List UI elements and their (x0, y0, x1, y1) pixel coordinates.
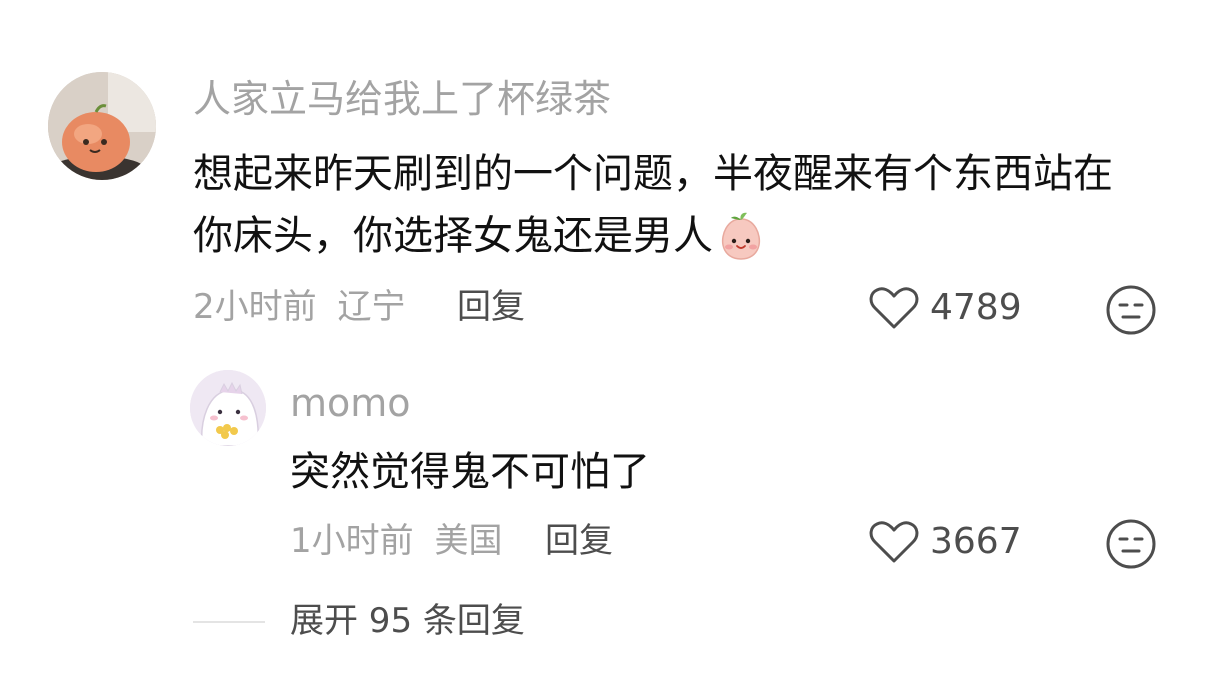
comment-time: 2小时前 (193, 287, 317, 327)
dino-cartoon-avatar (190, 370, 266, 446)
comment-like-button[interactable]: 4789 (868, 285, 1022, 331)
reply-time: 1小时前 (290, 521, 414, 561)
comment-like-count: 4789 (930, 287, 1022, 328)
comment-text-line-2: 你床头，你选择女鬼还是男人 (193, 205, 765, 267)
expand-replies-button[interactable]: 展开 95 条回复 (290, 604, 525, 638)
comment-text-line-2-text: 你床头，你选择女鬼还是男人 (193, 213, 713, 259)
heart-outline-icon (869, 287, 919, 329)
expand-divider (193, 621, 265, 623)
comment-meta: 2小时前 辽宁 (193, 290, 405, 324)
reply-like-count: 3667 (930, 521, 1022, 562)
commenter-username[interactable]: 人家立马给我上了杯绿茶 (193, 80, 611, 118)
heart-outline-icon (869, 521, 919, 563)
neutral-face-icon (1106, 519, 1156, 569)
commenter-avatar[interactable] (48, 72, 156, 180)
comment-text-line-1: 想起来昨天刷到的一个问题，半夜醒来有个东西站在 (193, 151, 1113, 197)
reply-username[interactable]: momo (290, 384, 411, 422)
reply-avatar[interactable] (190, 370, 266, 446)
comment-location: 辽宁 (337, 287, 406, 327)
peach-plush-photo (48, 72, 156, 180)
reply-text: 突然觉得鬼不可怕了 (290, 449, 650, 495)
reply-meta: 1小时前 美国 (290, 524, 502, 558)
reply-like-button[interactable]: 3667 (868, 519, 1022, 565)
peach-face-emoji-icon (721, 212, 761, 260)
neutral-face-icon (1106, 285, 1156, 335)
reply-dislike-button[interactable] (1105, 518, 1157, 570)
comment-dislike-button[interactable] (1105, 284, 1157, 336)
reply-reply-button[interactable]: 回复 (545, 524, 613, 558)
reply-location: 美国 (434, 521, 503, 561)
comment-reply-button[interactable]: 回复 (457, 290, 525, 324)
